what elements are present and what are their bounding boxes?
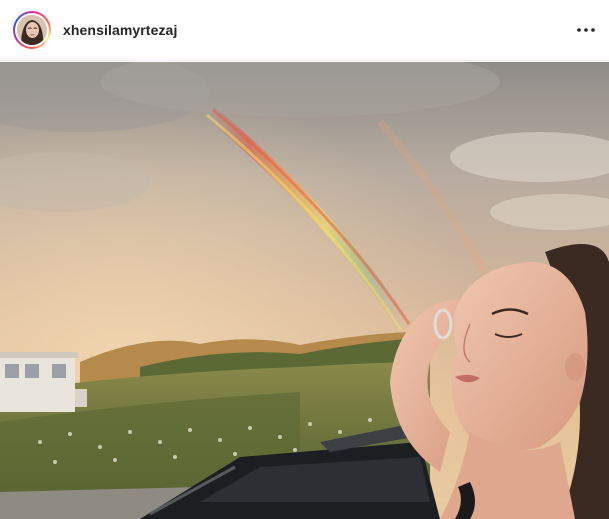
avatar[interactable]: [13, 11, 51, 49]
more-options-icon[interactable]: [575, 20, 597, 40]
profile-photo-icon: [17, 15, 47, 45]
avatar-inner: [15, 13, 49, 47]
username-link[interactable]: xhensilamyrtezaj: [63, 22, 177, 38]
post-photo[interactable]: [0, 62, 609, 519]
instagram-post: xhensilamyrtezaj: [0, 0, 609, 519]
post-header: xhensilamyrtezaj: [0, 0, 609, 61]
